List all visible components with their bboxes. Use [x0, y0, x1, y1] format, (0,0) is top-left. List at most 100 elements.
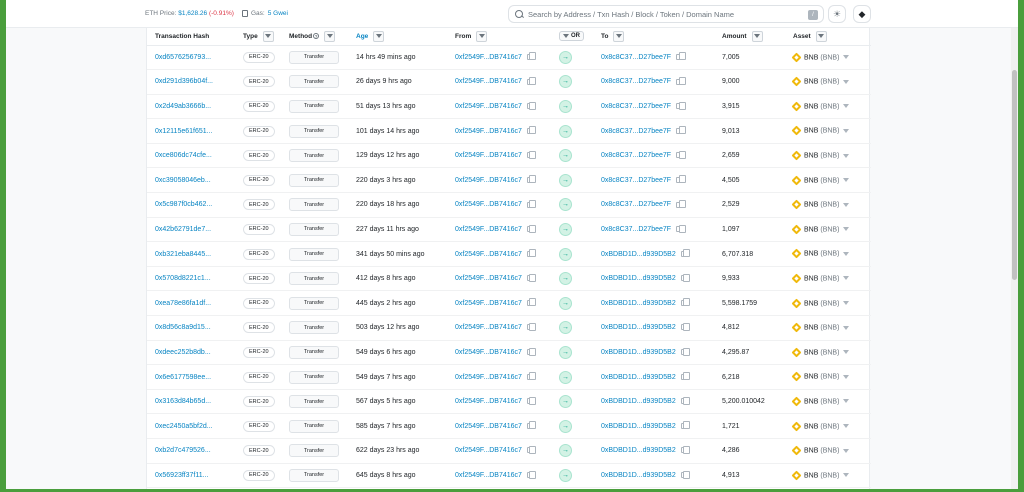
- copy-icon[interactable]: [526, 396, 537, 405]
- filter-icon[interactable]: [751, 30, 763, 42]
- to-address-link[interactable]: 0x8c8C37...D27bee7F: [601, 152, 671, 159]
- txn-hash-link[interactable]: 0xc39058046eb...: [155, 177, 211, 184]
- from-address-link[interactable]: 0xf2549F...DB7416c7: [455, 103, 522, 110]
- asset-name-link[interactable]: BNB: [804, 103, 818, 110]
- txn-hash-link[interactable]: 0xd6576256793...: [155, 54, 211, 61]
- copy-icon[interactable]: [680, 372, 691, 381]
- copy-icon[interactable]: [680, 396, 691, 405]
- from-address-link[interactable]: 0xf2549F...DB7416c7: [455, 54, 522, 61]
- from-address-link[interactable]: 0xf2549F...DB7416c7: [455, 423, 522, 430]
- filter-icon[interactable]: [815, 30, 827, 42]
- asset-name-link[interactable]: BNB: [804, 349, 818, 356]
- copy-icon[interactable]: [526, 298, 537, 307]
- to-address-link[interactable]: 0xBDBD1D...d939D5B2: [601, 251, 676, 258]
- filter-icon[interactable]: [843, 79, 850, 84]
- copy-icon[interactable]: [680, 470, 691, 479]
- asset-name-link[interactable]: BNB: [804, 423, 818, 430]
- copy-icon[interactable]: [526, 200, 537, 209]
- txn-hash-link[interactable]: 0x42b62791de7...: [155, 226, 211, 233]
- from-address-link[interactable]: 0xf2549F...DB7416c7: [455, 472, 522, 479]
- txn-hash-link[interactable]: 0xd291d396b04f...: [155, 78, 213, 85]
- copy-icon[interactable]: [676, 224, 686, 233]
- to-address-link[interactable]: 0x8c8C37...D27bee7F: [601, 128, 671, 135]
- copy-icon[interactable]: [526, 470, 537, 479]
- asset-name-link[interactable]: BNB: [804, 79, 818, 86]
- txn-hash-link[interactable]: 0xea78e86fa1df...: [155, 300, 211, 307]
- txn-hash-link[interactable]: 0x2d49ab3666b...: [155, 103, 211, 110]
- txn-hash-link[interactable]: 0x8d56c8a9d15...: [155, 324, 211, 331]
- copy-icon[interactable]: [526, 52, 537, 61]
- asset-name-link[interactable]: BNB: [804, 398, 818, 405]
- to-address-link[interactable]: 0xBDBD1D...d939D5B2: [601, 447, 676, 454]
- from-address-link[interactable]: 0xf2549F...DB7416c7: [455, 78, 522, 85]
- filter-icon[interactable]: [843, 153, 850, 158]
- to-address-link[interactable]: 0xBDBD1D...d939D5B2: [601, 300, 676, 307]
- filter-icon[interactable]: [613, 30, 625, 42]
- filter-icon[interactable]: [843, 374, 850, 379]
- copy-icon[interactable]: [680, 421, 691, 430]
- to-address-link[interactable]: 0x8c8C37...D27bee7F: [601, 226, 671, 233]
- to-address-link[interactable]: 0x8c8C37...D27bee7F: [601, 103, 671, 110]
- filter-icon[interactable]: [324, 30, 336, 42]
- txn-hash-link[interactable]: 0xdeec252b8db...: [155, 349, 211, 356]
- asset-name-link[interactable]: BNB: [804, 374, 818, 381]
- asset-name-link[interactable]: BNB: [804, 447, 818, 454]
- copy-icon[interactable]: [526, 322, 537, 331]
- from-address-link[interactable]: 0xf2549F...DB7416c7: [455, 275, 522, 282]
- gas-value[interactable]: 5 Gwei: [268, 10, 288, 17]
- copy-icon[interactable]: [526, 347, 537, 356]
- copy-icon[interactable]: [526, 372, 537, 381]
- copy-icon[interactable]: [680, 347, 691, 356]
- asset-name-link[interactable]: BNB: [804, 275, 818, 282]
- txn-hash-link[interactable]: 0x5c987f0cb462...: [155, 201, 212, 208]
- copy-icon[interactable]: [680, 249, 691, 258]
- to-address-link[interactable]: 0xBDBD1D...d939D5B2: [601, 324, 676, 331]
- page-scrollbar[interactable]: [1011, 28, 1018, 489]
- network-selector-button[interactable]: ◆: [853, 5, 871, 23]
- filter-icon[interactable]: [373, 30, 385, 42]
- filter-icon[interactable]: [843, 178, 850, 183]
- copy-icon[interactable]: [526, 77, 537, 86]
- copy-icon[interactable]: [526, 175, 537, 184]
- theme-toggle-button[interactable]: ☀: [828, 5, 846, 23]
- search-input[interactable]: [528, 9, 798, 19]
- filter-icon[interactable]: [843, 473, 850, 478]
- txn-hash-link[interactable]: 0x56923ff37f11...: [155, 472, 208, 479]
- filter-icon[interactable]: [843, 104, 850, 109]
- from-address-link[interactable]: 0xf2549F...DB7416c7: [455, 128, 522, 135]
- copy-icon[interactable]: [680, 322, 691, 331]
- txn-hash-link[interactable]: 0x3163d84b65d...: [155, 398, 211, 405]
- to-address-link[interactable]: 0xBDBD1D...d939D5B2: [601, 374, 676, 381]
- copy-icon[interactable]: [526, 421, 537, 430]
- txn-hash-link[interactable]: 0xec2450a5bf2d...: [155, 423, 213, 430]
- from-address-link[interactable]: 0xf2549F...DB7416c7: [455, 374, 522, 381]
- copy-icon[interactable]: [526, 249, 537, 258]
- asset-name-link[interactable]: BNB: [804, 472, 818, 479]
- or-filter-button[interactable]: OR: [559, 31, 584, 42]
- from-address-link[interactable]: 0xf2549F...DB7416c7: [455, 447, 522, 454]
- asset-name-link[interactable]: BNB: [804, 325, 818, 332]
- scrollbar-thumb[interactable]: [1012, 70, 1017, 280]
- to-address-link[interactable]: 0x8c8C37...D27bee7F: [601, 78, 671, 85]
- from-address-link[interactable]: 0xf2549F...DB7416c7: [455, 398, 522, 405]
- from-address-link[interactable]: 0xf2549F...DB7416c7: [455, 251, 522, 258]
- filter-icon[interactable]: [843, 55, 850, 60]
- txn-hash-link[interactable]: 0xb2d7c479526...: [155, 447, 211, 454]
- copy-icon[interactable]: [676, 175, 686, 184]
- from-address-link[interactable]: 0xf2549F...DB7416c7: [455, 152, 522, 159]
- copy-icon[interactable]: [680, 273, 691, 282]
- eth-price-value[interactable]: $1,628.26: [178, 10, 207, 17]
- filter-icon[interactable]: [843, 276, 850, 281]
- filter-icon[interactable]: [843, 251, 850, 256]
- to-address-link[interactable]: 0x8c8C37...D27bee7F: [601, 54, 671, 61]
- filter-icon[interactable]: [843, 128, 850, 133]
- filter-icon[interactable]: [262, 30, 274, 42]
- copy-icon[interactable]: [526, 273, 537, 282]
- copy-icon[interactable]: [526, 224, 537, 233]
- filter-icon[interactable]: [476, 30, 488, 42]
- to-address-link[interactable]: 0x8c8C37...D27bee7F: [601, 177, 671, 184]
- txn-hash-link[interactable]: 0x6e6177598ee...: [155, 374, 211, 381]
- copy-icon[interactable]: [526, 126, 537, 135]
- to-address-link[interactable]: 0xBDBD1D...d939D5B2: [601, 398, 676, 405]
- info-icon[interactable]: ?: [313, 33, 320, 40]
